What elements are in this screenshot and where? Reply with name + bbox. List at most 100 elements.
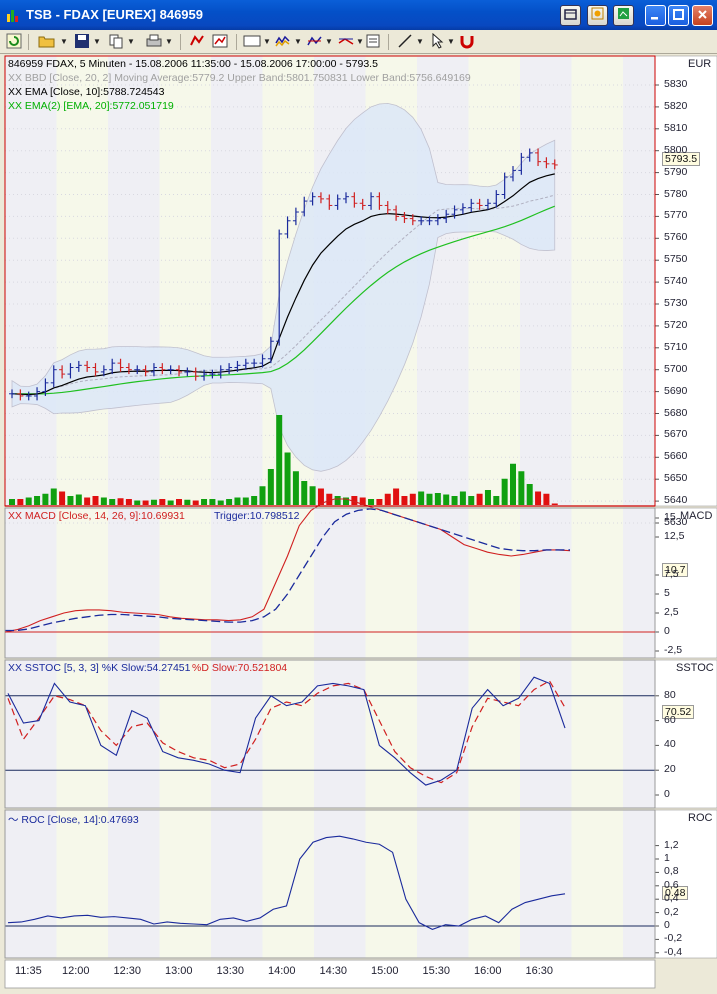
minimize-button[interactable] bbox=[645, 5, 666, 26]
time-band bbox=[108, 810, 160, 958]
chart-canvas[interactable] bbox=[0, 54, 717, 994]
volume-bar bbox=[67, 496, 74, 505]
line-tool-dropdown[interactable]: ▼ bbox=[416, 33, 424, 51]
volume-bar bbox=[109, 499, 116, 505]
window-title: TSB - FDAX [EUREX] 846959 bbox=[26, 7, 203, 22]
close-button[interactable] bbox=[692, 5, 713, 26]
time-band bbox=[262, 508, 314, 658]
roc-tick: 0,6 bbox=[664, 878, 679, 891]
open-button[interactable] bbox=[36, 33, 58, 51]
price-tick: 5830 bbox=[664, 78, 688, 90]
sstoc-legend: XX SSTOC [5, 3, 3] %K Slow:54.27451 bbox=[8, 662, 191, 674]
price-tick: 5780 bbox=[664, 187, 688, 200]
print-dropdown[interactable]: ▼ bbox=[165, 33, 173, 51]
print-button[interactable] bbox=[145, 33, 163, 51]
sstoc-d-legend: %D Slow:70.521804 bbox=[192, 662, 288, 674]
macd-tick: 2,5 bbox=[664, 606, 679, 618]
macd-tick: 7,5 bbox=[664, 568, 679, 580]
save-dropdown[interactable]: ▼ bbox=[93, 33, 101, 51]
macd-tick: -2,5 bbox=[664, 644, 683, 656]
zoom-button[interactable] bbox=[336, 33, 356, 51]
time-band bbox=[571, 660, 623, 808]
indicator-dropdown[interactable]: ▼ bbox=[294, 33, 302, 51]
time-band bbox=[262, 810, 314, 958]
properties-button[interactable] bbox=[364, 33, 382, 51]
line-tool-button[interactable] bbox=[395, 33, 415, 51]
time-band bbox=[159, 508, 211, 658]
volume-bar bbox=[434, 493, 441, 505]
sstoc-axis-header: SSTOC bbox=[676, 662, 714, 674]
zoom-dropdown[interactable]: ▼ bbox=[356, 33, 364, 51]
indicator-button[interactable] bbox=[273, 33, 293, 51]
macd-legend: XX MACD [Close, 14, 26, 9]:10.69931 bbox=[8, 510, 185, 522]
zoom-icon bbox=[338, 38, 354, 45]
volume-bar bbox=[309, 486, 316, 505]
macd-axis-header: MACD bbox=[680, 510, 713, 522]
roc-tick: 0,2 bbox=[664, 905, 679, 918]
ema20-legend: XX EMA(2) [EMA, 20]:5772.051719 bbox=[8, 100, 174, 112]
cursor-dropdown[interactable]: ▼ bbox=[447, 33, 455, 51]
roc-tick: 1 bbox=[664, 852, 670, 864]
roc-legend: 〜 ROC [Close, 14]:0.47693 bbox=[8, 812, 139, 827]
time-tick: 16:30 bbox=[525, 965, 554, 977]
sun-icon bbox=[591, 7, 604, 20]
chart-type-button[interactable] bbox=[242, 33, 262, 51]
line-tool-icon bbox=[398, 34, 412, 48]
price-tick: 5670 bbox=[664, 428, 688, 441]
forward-button[interactable] bbox=[211, 33, 229, 51]
volume-bar bbox=[510, 463, 516, 505]
maximize-button[interactable] bbox=[668, 5, 689, 26]
copy-button[interactable] bbox=[107, 33, 125, 51]
time-band bbox=[468, 810, 520, 958]
save-button[interactable] bbox=[73, 33, 91, 51]
volume-bar bbox=[25, 497, 32, 505]
refresh-button[interactable] bbox=[5, 33, 23, 51]
drawing-icon bbox=[307, 36, 322, 46]
magnet-icon bbox=[460, 36, 474, 49]
ema10-legend: XX EMA [Close, 10]:5788.724543 bbox=[8, 86, 165, 98]
time-band bbox=[211, 508, 263, 658]
save-icon bbox=[75, 34, 89, 48]
roc-tick: -0,4 bbox=[664, 945, 683, 958]
sstoc-tick: 40 bbox=[664, 738, 676, 751]
volume-bar bbox=[459, 491, 466, 505]
indicator-icon bbox=[275, 35, 290, 47]
time-band bbox=[468, 508, 520, 658]
volume-bar bbox=[150, 499, 157, 505]
time-band bbox=[211, 810, 263, 958]
copy-dropdown[interactable]: ▼ bbox=[127, 33, 135, 51]
volume-bar bbox=[551, 503, 558, 505]
back-button[interactable] bbox=[188, 33, 206, 51]
time-band bbox=[623, 508, 655, 658]
time-band bbox=[5, 508, 57, 658]
time-band bbox=[5, 810, 57, 958]
chart-window-button[interactable] bbox=[613, 5, 634, 26]
chart-area[interactable]: 846959 FDAX, 5 Minuten - 15.08.2006 11:3… bbox=[0, 54, 717, 994]
magnet-button[interactable] bbox=[458, 33, 476, 51]
cursor-button[interactable] bbox=[430, 32, 446, 51]
volume-bar bbox=[476, 493, 483, 505]
drawing-button[interactable] bbox=[305, 33, 325, 51]
time-band bbox=[211, 56, 263, 506]
print-icon bbox=[146, 34, 162, 47]
price-tick: 5720 bbox=[664, 318, 688, 331]
roc-tick: 1,2 bbox=[664, 838, 679, 851]
volume-bar bbox=[418, 491, 425, 505]
volume-bar bbox=[451, 496, 458, 505]
volume-bar bbox=[426, 493, 433, 505]
drawing-dropdown[interactable]: ▼ bbox=[325, 33, 333, 51]
sun-button[interactable] bbox=[587, 5, 608, 26]
chart-type-dropdown[interactable]: ▼ bbox=[263, 33, 271, 51]
tile-windows-button[interactable] bbox=[560, 5, 581, 26]
time-band bbox=[108, 508, 160, 658]
open-dropdown[interactable]: ▼ bbox=[60, 33, 68, 51]
time-band bbox=[365, 508, 417, 658]
time-band bbox=[314, 508, 366, 658]
time-band bbox=[56, 56, 108, 506]
properties-icon bbox=[366, 34, 380, 48]
volume-bar bbox=[142, 500, 149, 505]
macd-tick: 15 bbox=[664, 511, 676, 523]
time-band bbox=[262, 660, 314, 808]
time-band bbox=[5, 56, 57, 506]
time-band bbox=[571, 56, 623, 506]
